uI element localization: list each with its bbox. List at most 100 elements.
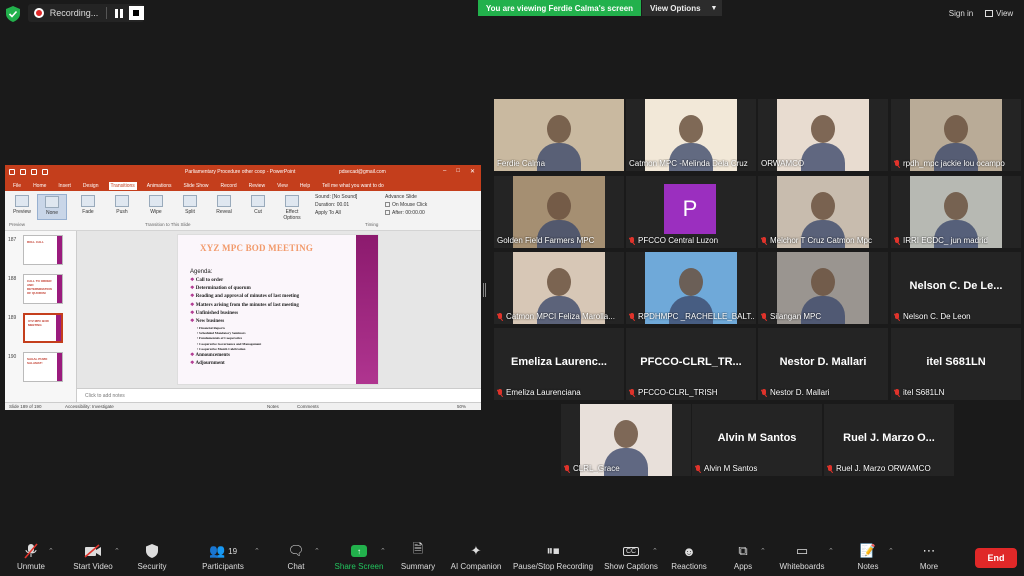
comments-toggle[interactable]: Comments <box>297 404 319 409</box>
share-screen-caret[interactable]: ⌃ <box>380 547 386 555</box>
ribbon-tab[interactable]: Tell me what you want to do <box>320 182 386 190</box>
participant-tile[interactable]: CLRL_Grace <box>561 404 691 476</box>
participant-tile[interactable]: Ruel J. Marzo O... Ruel J. Marzo ORWAMCO <box>824 404 954 476</box>
chat-button[interactable]: 🗨 Chat <box>280 542 312 574</box>
transition-effect-button[interactable]: Fade <box>73 194 103 215</box>
sign-in-button[interactable]: Sign in <box>944 6 978 21</box>
participant-tile[interactable]: Ferdie Calma <box>494 99 624 171</box>
video-options-caret[interactable]: ⌃ <box>114 547 120 555</box>
microphone-muted-icon <box>497 388 503 397</box>
view-options-button[interactable]: View Options ▼ <box>642 0 722 16</box>
notes-caret[interactable]: ⌃ <box>888 547 894 555</box>
transition-effect-button[interactable]: Push <box>107 194 137 215</box>
split-view-handle[interactable] <box>483 283 486 297</box>
participant-tile[interactable]: Catmon MPC -Melinda Dela Cruz <box>626 99 756 171</box>
pause-stop-recording-button[interactable]: ⏸⏹ Pause/Stop Recording <box>510 542 596 574</box>
apps-caret[interactable]: ⌃ <box>760 547 766 555</box>
shield-icon[interactable] <box>6 6 20 22</box>
ribbon-tab[interactable]: View <box>275 182 290 190</box>
ribbon-tab[interactable]: Design <box>81 182 101 190</box>
apply-to-all-button[interactable]: Apply To All <box>315 209 357 217</box>
current-slide[interactable]: XYZ MPC BOD MEETING Agenda: Call to orde… <box>177 234 379 385</box>
participant-tile[interactable]: Golden Field Farmers MPC <box>494 176 624 248</box>
participant-tile[interactable]: ORWAMCO <box>758 99 888 171</box>
reactions-icon: ☻ <box>682 543 696 559</box>
slide-thumbnail-pane[interactable]: 187 ROLL CALL 188 CALL TO ORDER AND DETERMI… <box>5 231 77 402</box>
participant-tile[interactable]: Catmon MPCI Feliza Marolla... <box>494 252 624 324</box>
participant-name: Emeliza Laurenciana <box>497 388 581 397</box>
participants-button[interactable]: 👥 19 Participants <box>198 542 248 574</box>
zoom-level[interactable]: 50% <box>457 404 466 409</box>
reactions-button[interactable]: ☻ Reactions <box>668 542 710 574</box>
unmute-button[interactable]: Unmute <box>10 542 52 574</box>
participant-tile[interactable]: Nelson C. De Le... Nelson C. De Leon <box>891 252 1021 324</box>
chat-icon: 🗨 <box>287 543 305 558</box>
participant-tile[interactable]: IRRI ECDC_ jun madrid <box>891 176 1021 248</box>
share-screen-button[interactable]: ↑ Share Screen <box>332 542 386 574</box>
whiteboards-caret[interactable]: ⌃ <box>828 547 834 555</box>
accessibility-status[interactable]: Accessibility: Investigate <box>65 404 114 409</box>
start-video-button[interactable]: Start Video <box>70 542 116 574</box>
participants-icon: 👥 <box>208 543 226 558</box>
notes-button[interactable]: 📝 Notes <box>852 542 884 574</box>
audio-options-caret[interactable]: ⌃ <box>48 547 54 555</box>
slide-thumbnail[interactable]: CALL TO ORDER AND DETERMINATION OF QUORU… <box>23 274 63 304</box>
summary-button[interactable]: 🗎 Summary <box>398 541 438 574</box>
ribbon-tab[interactable]: Record <box>219 182 239 190</box>
transition-effect-button[interactable]: None <box>37 194 67 220</box>
transition-effect-button[interactable]: Split <box>175 194 205 215</box>
shared-screen[interactable]: Parliamentary Procedure other coop - Pow… <box>5 165 481 410</box>
slide-thumbnail[interactable]: ROLL CALL <box>23 235 63 265</box>
participant-tile[interactable]: Nestor D. Mallari Nestor D. Mallari <box>758 328 888 400</box>
notes-field[interactable]: Click to add notes <box>77 388 481 402</box>
microphone-muted-icon <box>24 543 38 559</box>
meeting-controls: Unmute ⌃ Start Video ⌃ Security 👥 19 Part… <box>0 538 1024 576</box>
ribbon-tab[interactable]: Slide Show <box>182 182 211 190</box>
participant-tile[interactable]: rpdh_mpc jackie lou ocampo <box>891 99 1021 171</box>
ribbon-tab[interactable]: Help <box>298 182 312 190</box>
slide-thumbnail[interactable]: SAGAL PUMO SALAMAT! <box>23 352 63 382</box>
participant-tile[interactable]: P PFCCO Central Luzon <box>626 176 756 248</box>
participant-tile[interactable]: RPDHMPC _RACHELLE_BALT... <box>626 252 756 324</box>
transition-effect-button[interactable]: Reveal <box>209 194 239 215</box>
more-button[interactable]: ⋯ More <box>914 542 944 574</box>
transition-effect-button[interactable]: Effect Options <box>277 194 307 221</box>
transition-effect-button[interactable]: Preview <box>7 194 37 215</box>
captions-caret[interactable]: ⌃ <box>652 547 658 555</box>
stop-recording-icon[interactable] <box>128 6 144 20</box>
participant-name-text: Melchor T Cruz Catmon Mpc <box>770 236 872 245</box>
ribbon-tab[interactable]: Animations <box>145 182 174 190</box>
end-meeting-button[interactable]: End <box>975 548 1017 568</box>
participant-tile[interactable]: itel S681LN itel S681LN <box>891 328 1021 400</box>
whiteboards-button[interactable]: ▭ Whiteboards <box>776 542 828 574</box>
ribbon-tab[interactable]: Insert <box>56 182 73 190</box>
view-button[interactable]: View <box>982 6 1020 21</box>
sound-select[interactable]: [No Sound] <box>332 194 357 200</box>
ribbon-tab[interactable]: Transitions <box>108 181 137 190</box>
ribbon-tab[interactable]: Home <box>31 182 48 190</box>
ribbon-tab[interactable]: File <box>11 182 23 190</box>
chat-caret[interactable]: ⌃ <box>314 547 320 555</box>
participant-tile[interactable]: Silangan MPC <box>758 252 888 324</box>
participant-avatar: P <box>664 184 716 234</box>
ai-companion-button[interactable]: ✦ AI Companion <box>448 542 504 574</box>
participants-caret[interactable]: ⌃ <box>254 547 260 555</box>
notes-toggle[interactable]: Notes <box>267 404 279 409</box>
on-mouse-click-checkbox[interactable]: On Mouse Click <box>385 201 427 209</box>
apps-label: Apps <box>733 562 753 571</box>
slide-thumbnail[interactable]: XYZ MPC BOD MEETING <box>23 313 63 343</box>
duration-field[interactable]: 00.01 <box>337 202 350 208</box>
participant-tile[interactable]: PFCCO-CLRL_TR... PFCCO-CLRL_TRISH <box>626 328 756 400</box>
transition-thumbnail-icon <box>149 195 163 207</box>
security-button[interactable]: Security <box>134 542 170 574</box>
pause-recording-icon[interactable] <box>115 8 123 18</box>
ppt-title-bar: Parliamentary Procedure other coop - Pow… <box>5 165 481 180</box>
ribbon-tab[interactable]: Review <box>247 182 267 190</box>
transition-effect-button[interactable]: Cut <box>243 194 273 215</box>
participant-tile[interactable]: Emeliza Laurenc... Emeliza Laurenciana <box>494 328 624 400</box>
apps-button[interactable]: ⧉ Apps <box>728 542 758 574</box>
after-checkbox[interactable]: After: 00:00.00 <box>385 209 427 217</box>
transition-effect-button[interactable]: Wipe <box>141 194 171 215</box>
participant-tile[interactable]: Alvin M Santos Alvin M Santos <box>692 404 822 476</box>
participant-tile[interactable]: Melchor T Cruz Catmon Mpc <box>758 176 888 248</box>
